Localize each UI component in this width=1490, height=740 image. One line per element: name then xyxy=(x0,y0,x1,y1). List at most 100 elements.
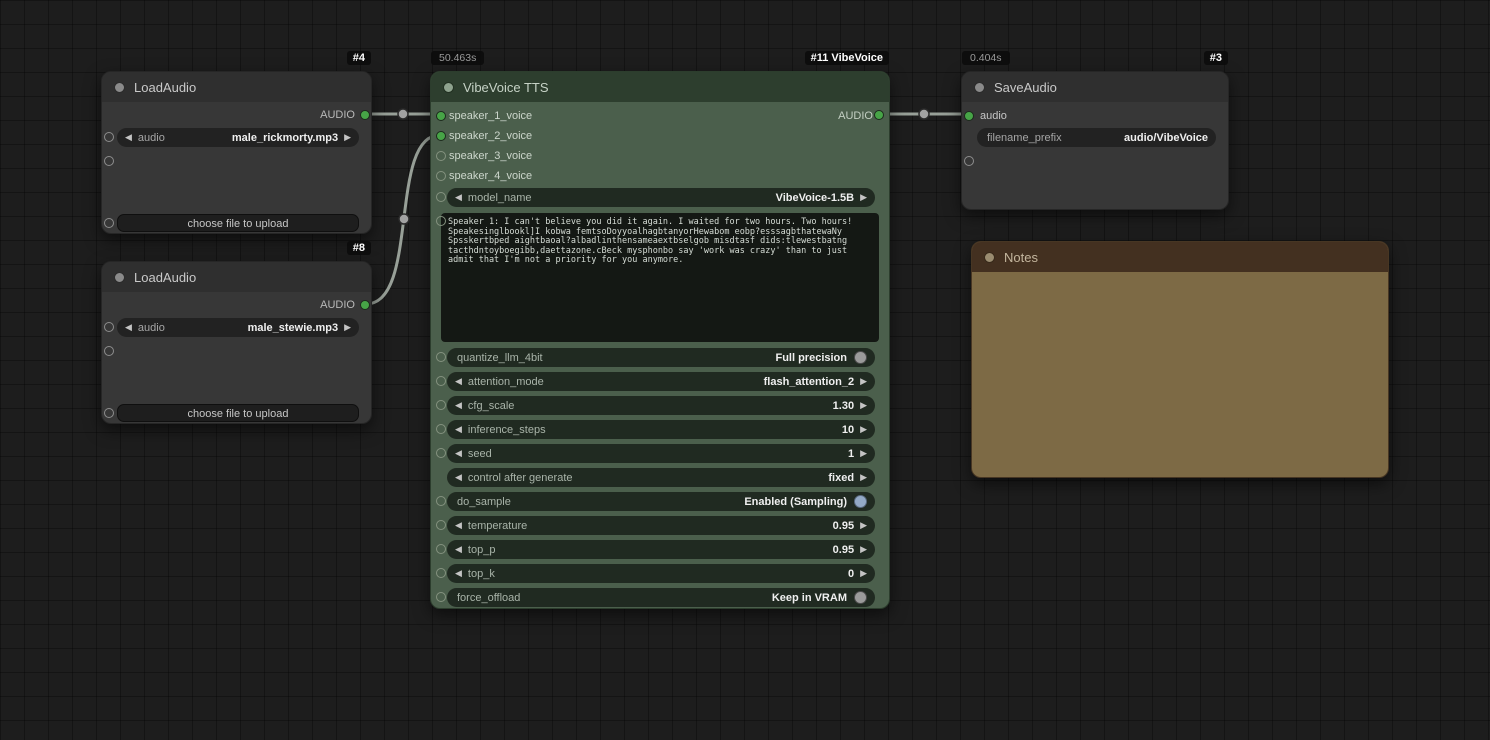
temperature-input-slot[interactable] xyxy=(436,520,446,530)
audioui-input-slot[interactable] xyxy=(104,346,114,356)
decrement-arrow-icon[interactable]: ◀ xyxy=(455,516,462,535)
increment-arrow-icon[interactable]: ▶ xyxy=(860,188,867,207)
increment-arrow-icon[interactable]: ▶ xyxy=(860,540,867,559)
increment-arrow-icon[interactable]: ▶ xyxy=(344,128,351,147)
attention-mode-input-slot[interactable] xyxy=(436,376,446,386)
decrement-arrow-icon[interactable]: ◀ xyxy=(455,420,462,439)
decrement-arrow-icon[interactable]: ◀ xyxy=(125,318,132,337)
cfg-scale-number[interactable]: ◀ cfg_scale 1.30 ▶ xyxy=(447,396,875,415)
widget-label: control after generate xyxy=(467,471,573,484)
widget-label: quantize_llm_4bit xyxy=(457,351,543,364)
audio-input-slot[interactable] xyxy=(964,111,974,121)
node-title-bar[interactable]: Notes xyxy=(972,242,1388,272)
audio-widget-input-slot[interactable] xyxy=(104,322,114,332)
decrement-arrow-icon[interactable]: ◀ xyxy=(455,564,462,583)
toggle-knob-icon[interactable] xyxy=(854,591,867,604)
decrement-arrow-icon[interactable]: ◀ xyxy=(125,128,132,147)
decrement-arrow-icon[interactable]: ◀ xyxy=(455,444,462,463)
node-title: VibeVoice TTS xyxy=(463,79,549,95)
script-text-area[interactable]: Speaker 1: I can't believe you did it ag… xyxy=(441,213,879,342)
audio-file-combo[interactable]: ◀ audio male_rickmorty.mp3 ▶ xyxy=(117,128,359,147)
collapse-dot-icon[interactable] xyxy=(114,81,125,93)
speaker-3-input-slot[interactable] xyxy=(436,151,446,161)
attention-mode-combo[interactable]: ◀ attention_mode flash_attention_2 ▶ xyxy=(447,372,875,391)
increment-arrow-icon[interactable]: ▶ xyxy=(860,444,867,463)
decrement-arrow-icon[interactable]: ◀ xyxy=(455,468,462,487)
speaker-2-input-slot[interactable] xyxy=(436,131,446,141)
audio-output-slot[interactable] xyxy=(874,110,884,120)
model-name-combo[interactable]: ◀ model_name VibeVoice-1.5B ▶ xyxy=(447,188,875,207)
toggle-knob-icon[interactable] xyxy=(854,351,867,364)
widget-value: 0.95 xyxy=(832,543,855,556)
top-k-number[interactable]: ◀ top_k 0 ▶ xyxy=(447,564,875,583)
seed-input-slot[interactable] xyxy=(436,448,446,458)
model-name-input-slot[interactable] xyxy=(436,192,446,202)
node-saveaudio-3[interactable]: 0.404s #3 SaveAudio audio filename_prefi… xyxy=(961,51,1229,210)
increment-arrow-icon[interactable]: ▶ xyxy=(860,468,867,487)
audio-widget-input-slot[interactable] xyxy=(104,132,114,142)
increment-arrow-icon[interactable]: ▶ xyxy=(860,564,867,583)
node-id-badge: #11 VibeVoice xyxy=(804,51,889,65)
inference-steps-input-slot[interactable] xyxy=(436,424,446,434)
choose-file-button[interactable]: choose file to upload xyxy=(117,214,359,232)
node-title-bar[interactable]: SaveAudio xyxy=(962,72,1228,102)
temperature-number[interactable]: ◀ temperature 0.95 ▶ xyxy=(447,516,875,535)
audio-output-slot[interactable] xyxy=(360,110,370,120)
audio-file-combo[interactable]: ◀ audio male_stewie.mp3 ▶ xyxy=(117,318,359,337)
widget-label: force_offload xyxy=(457,591,521,604)
quantize-llm-4bit-toggle[interactable]: quantize_llm_4bit Full precision xyxy=(447,348,875,367)
speaker-4-input-slot[interactable] xyxy=(436,171,446,181)
node-id-badge: #8 xyxy=(346,241,371,255)
node-title: Notes xyxy=(1004,249,1038,265)
wire-midpoint-dot[interactable] xyxy=(398,213,410,225)
collapse-dot-icon[interactable] xyxy=(443,81,454,93)
decrement-arrow-icon[interactable]: ◀ xyxy=(455,540,462,559)
collapse-dot-icon[interactable] xyxy=(114,271,125,283)
wire-midpoint-dot[interactable] xyxy=(918,108,930,120)
audio-output-slot[interactable] xyxy=(360,300,370,310)
node-vibevoice-tts[interactable]: 50.463s #11 VibeVoice VibeVoice TTS spea… xyxy=(430,51,890,609)
increment-arrow-icon[interactable]: ▶ xyxy=(860,372,867,391)
notes-body[interactable] xyxy=(972,272,1388,477)
node-loadaudio-4[interactable]: #4 LoadAudio AUDIO ◀ audio male_rickmort… xyxy=(101,51,372,234)
force-offload-toggle[interactable]: force_offload Keep in VRAM xyxy=(447,588,875,607)
do-sample-input-slot[interactable] xyxy=(436,496,446,506)
node-title-bar[interactable]: LoadAudio xyxy=(102,262,371,292)
node-title-bar[interactable]: LoadAudio xyxy=(102,72,371,102)
widget-value: audio/VibeVoice xyxy=(1124,131,1208,144)
seed-number[interactable]: ◀ seed 1 ▶ xyxy=(447,444,875,463)
upload-input-slot[interactable] xyxy=(104,218,114,228)
decrement-arrow-icon[interactable]: ◀ xyxy=(455,188,462,207)
audioui-input-slot[interactable] xyxy=(964,156,974,166)
filename-prefix-field[interactable]: filename_prefix audio/VibeVoice xyxy=(977,128,1216,147)
toggle-knob-icon[interactable] xyxy=(854,495,867,508)
increment-arrow-icon[interactable]: ▶ xyxy=(860,516,867,535)
increment-arrow-icon[interactable]: ▶ xyxy=(344,318,351,337)
increment-arrow-icon[interactable]: ▶ xyxy=(860,396,867,415)
speaker-1-input-slot[interactable] xyxy=(436,111,446,121)
top-p-input-slot[interactable] xyxy=(436,544,446,554)
node-loadaudio-8[interactable]: #8 LoadAudio AUDIO ◀ audio male_stewie.m… xyxy=(101,241,372,424)
wire-midpoint-dot[interactable] xyxy=(397,108,409,120)
inference-steps-number[interactable]: ◀ inference_steps 10 ▶ xyxy=(447,420,875,439)
node-title-bar[interactable]: VibeVoice TTS xyxy=(431,72,889,102)
increment-arrow-icon[interactable]: ▶ xyxy=(860,420,867,439)
control-after-generate-combo[interactable]: ◀ control after generate fixed ▶ xyxy=(447,468,875,487)
decrement-arrow-icon[interactable]: ◀ xyxy=(455,396,462,415)
node-notes[interactable]: Notes xyxy=(971,241,1389,478)
upload-input-slot[interactable] xyxy=(104,408,114,418)
collapse-dot-icon[interactable] xyxy=(974,81,985,93)
quantize-input-slot[interactable] xyxy=(436,352,446,362)
decrement-arrow-icon[interactable]: ◀ xyxy=(455,372,462,391)
choose-file-button[interactable]: choose file to upload xyxy=(117,404,359,422)
audioui-input-slot[interactable] xyxy=(104,156,114,166)
node-graph-canvas[interactable]: #4 LoadAudio AUDIO ◀ audio male_rickmort… xyxy=(0,0,1490,740)
widget-label: top_p xyxy=(467,543,496,556)
text-input-slot[interactable] xyxy=(436,216,446,226)
force-offload-input-slot[interactable] xyxy=(436,592,446,602)
collapse-dot-icon[interactable] xyxy=(984,251,995,263)
top-p-number[interactable]: ◀ top_p 0.95 ▶ xyxy=(447,540,875,559)
do-sample-toggle[interactable]: do_sample Enabled (Sampling) xyxy=(447,492,875,511)
cfg-scale-input-slot[interactable] xyxy=(436,400,446,410)
top-k-input-slot[interactable] xyxy=(436,568,446,578)
